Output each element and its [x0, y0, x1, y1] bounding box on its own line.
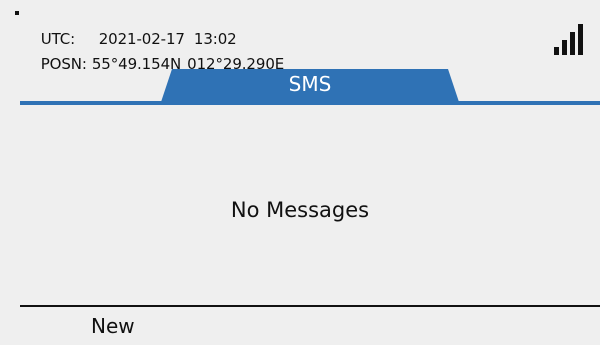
signal-bar	[578, 24, 583, 55]
signal-bar	[562, 40, 567, 55]
signal-bar	[554, 47, 559, 55]
sms-screen: UTC: 2021-02-17 13:02 POSN: 55°49.154N 012°2…	[0, 0, 600, 345]
tab-sms-label: SMS	[288, 72, 332, 96]
new-softkey[interactable]: New	[91, 314, 135, 338]
softkey-divider	[20, 305, 600, 307]
empty-state-message: No Messages	[230, 198, 370, 222]
position-label: POSN:	[40, 55, 87, 73]
signal-strength-icon	[552, 21, 586, 55]
status-indicator-dot	[15, 11, 19, 15]
signal-bar	[570, 32, 575, 55]
latitude-value: 55°49.154N	[91, 55, 182, 73]
